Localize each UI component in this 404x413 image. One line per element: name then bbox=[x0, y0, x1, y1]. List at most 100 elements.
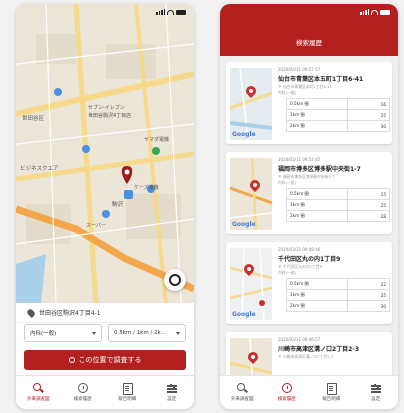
survey-button[interactable]: この位置で調査する bbox=[24, 350, 186, 370]
thumbnail-map bbox=[230, 68, 272, 140]
google-logo: Google bbox=[232, 131, 256, 138]
thumbnail-map bbox=[230, 248, 272, 320]
tab-history[interactable]: 検索履歴 bbox=[265, 376, 310, 409]
search-address: 川崎市高津区溝ノ口2丁目2-3 bbox=[278, 346, 360, 353]
clock-icon bbox=[281, 383, 292, 393]
tab-report[interactable]: 報告明細 bbox=[105, 376, 150, 409]
tab-label: 報告明細 bbox=[322, 397, 341, 402]
map-view[interactable]: 世田谷区 セブン-イレブン 世田谷駒沢4丁目店 ビジネスクエア ヤマダ電機 ケー… bbox=[16, 4, 194, 304]
department-select-value: 内科(一般) bbox=[30, 331, 57, 337]
wifi-icon bbox=[371, 9, 378, 15]
search-address: 福岡市博多区博多駅中央街1-7 bbox=[278, 166, 361, 173]
chevron-down-icon bbox=[92, 331, 96, 335]
address-bar: 世田谷区駒沢4丁目4-1 bbox=[16, 303, 194, 323]
history-card[interactable]: 2020/03/31 09:46:57 川崎市高津区溝ノ口2丁目2-3 〒 川崎… bbox=[226, 332, 392, 375]
tab-label: 設定 bbox=[167, 397, 177, 402]
search-department: 内科(一般) bbox=[278, 270, 297, 275]
tab-bar: 外来調査図 検索履歴 報告明細 設定 bbox=[220, 375, 398, 409]
search-icon bbox=[237, 383, 247, 393]
history-card[interactable]: Google 2020/03/31 09:48:46 千代田区丸の内1丁目9 〒… bbox=[226, 242, 392, 324]
search-date: 2020/03/31 09:46:57 bbox=[278, 337, 321, 342]
range-count: 25 bbox=[347, 199, 390, 211]
range-label: 2km 圏 bbox=[286, 210, 348, 222]
search-address: 千代田区丸の内1丁目9 bbox=[278, 256, 341, 263]
tab-label: 外来調査図 bbox=[27, 397, 50, 402]
range-label: 2km 圏 bbox=[286, 120, 348, 132]
search-date: 2020/03/31 09:57:57 bbox=[278, 67, 321, 72]
google-logo: Google bbox=[232, 221, 256, 228]
status-bar bbox=[16, 4, 194, 22]
clock-icon bbox=[77, 383, 88, 393]
tab-history[interactable]: 検索履歴 bbox=[61, 376, 106, 409]
tab-report[interactable]: 報告明細 bbox=[309, 376, 354, 409]
wifi-icon bbox=[167, 9, 174, 15]
map-screen: 世田谷区 セブン-イレブン 世田谷駒沢4丁目店 ビジネスクエア ヤマダ電機 ケー… bbox=[16, 4, 194, 409]
range-count: 30 bbox=[347, 300, 390, 312]
result-table: 0.5km 圏 22 1km 圏 25 2km 圏 30 bbox=[286, 278, 390, 312]
range-label: 0.5km 圏 bbox=[286, 278, 348, 290]
map-label-1: 世田谷区 bbox=[22, 116, 45, 122]
tab-settings[interactable]: 設定 bbox=[150, 376, 195, 409]
table-row: 2km 圏 30 bbox=[286, 120, 390, 132]
distance-select[interactable]: 0.5km / 1km / 2k... bbox=[108, 324, 186, 342]
page-title: 検索履歴 bbox=[296, 39, 322, 47]
survey-button-label: この位置で調査する bbox=[78, 356, 142, 364]
sliders-icon bbox=[370, 383, 381, 393]
history-screen: 検索履歴 Google 2020/03/31 09:57:57 仙台市青葉区本五… bbox=[220, 4, 398, 409]
table-row: 2km 圏 28 bbox=[286, 210, 390, 222]
distance-select-value: 0.5km / 1km / 2k... bbox=[114, 330, 166, 336]
tab-label: 外来調査図 bbox=[231, 397, 254, 402]
signal-icon bbox=[156, 9, 165, 15]
tab-bar: 外来調査図 検索履歴 報告明細 設定 bbox=[16, 375, 194, 409]
search-department: 内科(一般) bbox=[278, 180, 297, 185]
tab-label: 設定 bbox=[371, 397, 381, 402]
location-pin-icon bbox=[26, 307, 36, 318]
map-label-3: 世田谷駒沢4丁目店 bbox=[88, 113, 132, 119]
map-thumbnail bbox=[230, 338, 272, 375]
tab-survey-map[interactable]: 外来調査図 bbox=[16, 376, 61, 409]
result-table: 0.5km 圏 16 1km 圏 25 2km 圏 30 bbox=[286, 98, 390, 132]
thumbnail-map bbox=[230, 158, 272, 230]
history-card[interactable]: Google 2020/03/31 09:54:45 福岡市博多区博多駅中央街1… bbox=[226, 152, 392, 234]
history-header: 検索履歴 bbox=[220, 4, 398, 56]
range-count: 22 bbox=[347, 278, 390, 290]
history-card[interactable]: Google 2020/03/31 09:57:57 仙台市青葉区本五町1丁目6… bbox=[226, 62, 392, 144]
range-label: 0.5km 圏 bbox=[286, 188, 348, 200]
locate-button[interactable] bbox=[164, 269, 186, 291]
range-label: 0.5km 圏 bbox=[286, 98, 348, 110]
search-options: 内科(一般) 0.5km / 1km / 2k... bbox=[24, 324, 186, 342]
department-select[interactable]: 内科(一般) bbox=[24, 324, 102, 342]
tab-label: 検索履歴 bbox=[73, 397, 92, 402]
history-list[interactable]: Google 2020/03/31 09:57:57 仙台市青葉区本五町1丁目6… bbox=[220, 56, 398, 375]
search-department: 内科(一般) bbox=[278, 90, 297, 95]
tab-settings[interactable]: 設定 bbox=[354, 376, 399, 409]
map-thumbnail: Google bbox=[230, 158, 272, 230]
search-icon bbox=[33, 383, 43, 393]
search-address: 仙台市青葉区本五町1丁目6-41 bbox=[278, 76, 364, 83]
tab-label: 報告明細 bbox=[118, 397, 137, 402]
search-icon bbox=[68, 357, 75, 363]
document-icon bbox=[122, 383, 134, 395]
document-icon bbox=[326, 383, 338, 395]
address-text: 世田谷区駒沢4丁目4-1 bbox=[39, 310, 101, 317]
table-row: 1km 圏 25 bbox=[286, 289, 390, 301]
range-count: 15 bbox=[347, 188, 390, 200]
search-date: 2020/03/31 09:54:45 bbox=[278, 157, 321, 162]
map-label-4: ビジネスクエア bbox=[20, 166, 59, 172]
battery-icon bbox=[380, 9, 390, 15]
range-label: 2km 圏 bbox=[286, 300, 348, 312]
table-row: 0.5km 圏 16 bbox=[286, 98, 390, 110]
table-row: 0.5km 圏 15 bbox=[286, 188, 390, 200]
map-thumbnail: Google bbox=[230, 68, 272, 140]
range-count: 25 bbox=[347, 109, 390, 121]
battery-icon bbox=[176, 9, 186, 15]
search-subaddress: 〒 川崎市高津区溝ノ口2丁目2-3 bbox=[278, 354, 334, 359]
range-label: 1km 圏 bbox=[286, 109, 348, 121]
range-count: 16 bbox=[347, 98, 390, 110]
search-date: 2020/03/31 09:48:46 bbox=[278, 247, 321, 252]
google-logo: Google bbox=[232, 311, 256, 318]
chevron-down-icon bbox=[176, 331, 180, 335]
map-thumbnail: Google bbox=[230, 248, 272, 320]
table-row: 1km 圏 25 bbox=[286, 199, 390, 211]
tab-survey-map[interactable]: 外来調査図 bbox=[220, 376, 265, 409]
